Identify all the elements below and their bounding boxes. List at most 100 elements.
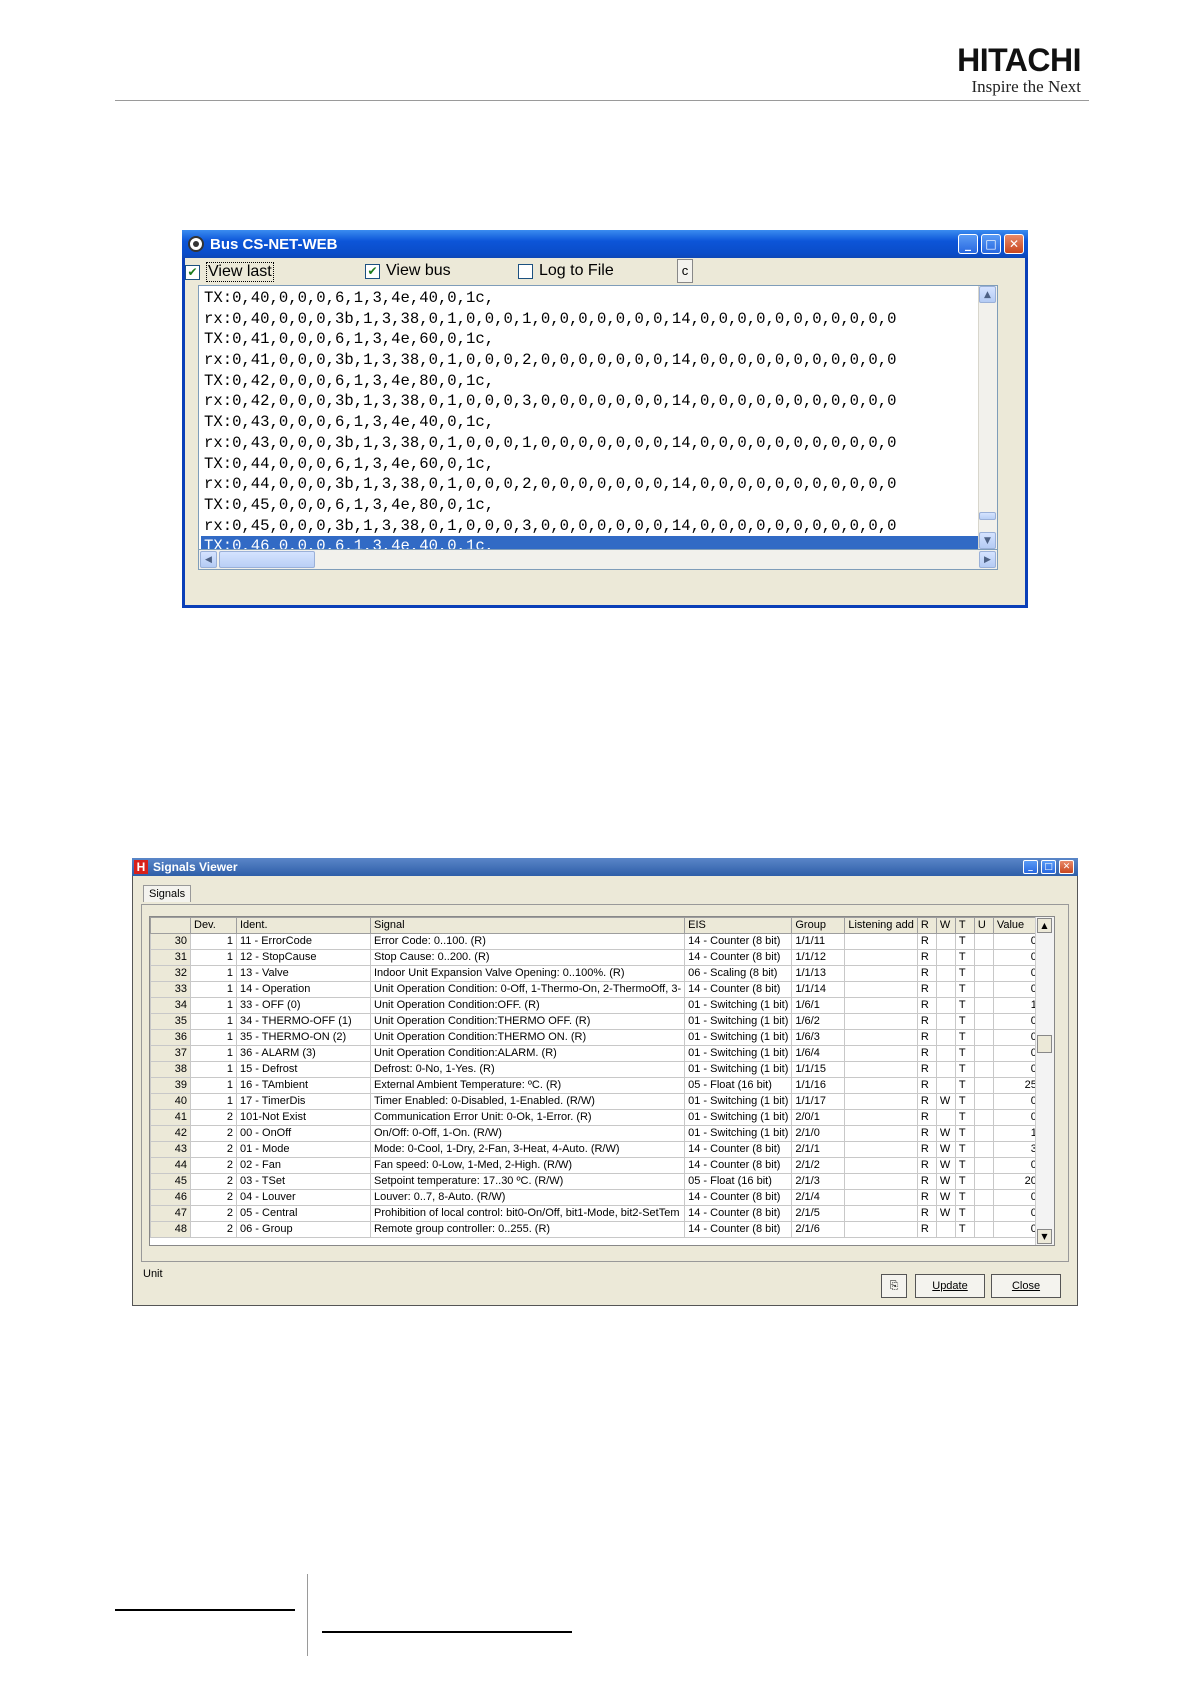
clear-button[interactable]: c xyxy=(677,259,693,283)
bus-log-line[interactable]: rx:0,44,0,0,0,3b,1,3,38,0,1,0,0,0,2,0,0,… xyxy=(201,474,978,495)
footer-rule-right xyxy=(322,1631,572,1633)
log-to-file-checkbox[interactable]: Log to File xyxy=(518,262,614,280)
table-cell: 14 - Counter (8 bit) xyxy=(684,1189,793,1206)
bus-log-line[interactable]: rx:0,43,0,0,0,3b,1,3,38,0,1,0,0,0,1,0,0,… xyxy=(201,433,978,454)
vscroll-thumb[interactable] xyxy=(979,512,996,520)
bus-log-line[interactable]: rx:0,45,0,0,0,3b,1,3,38,0,1,0,0,0,3,0,0,… xyxy=(201,516,978,537)
close-button[interactable]: ✕ xyxy=(1004,234,1024,254)
table-row[interactable]: 40 1 17 - TimerDis Timer Enabled: 0-Disable… xyxy=(150,1093,1041,1110)
table-cell: Fan speed: 0-Low, 1-Med, 2-High. (R/W) xyxy=(369,1157,686,1174)
table-cell: R xyxy=(916,965,937,982)
table-cell xyxy=(844,1173,918,1190)
table-cell: On/Off: 0-Off, 1-On. (R/W) xyxy=(369,1125,686,1142)
scroll-up-icon[interactable]: ▲ xyxy=(979,286,996,303)
table-cell: 1 xyxy=(992,997,1041,1014)
column-header[interactable]: R xyxy=(916,917,937,934)
column-header[interactable]: Signal xyxy=(369,917,686,934)
table-cell: Mode: 0-Cool, 1-Dry, 2-Fan, 3-Heat, 4-Au… xyxy=(369,1141,686,1158)
signals-close-button[interactable]: ✕ xyxy=(1059,860,1074,874)
table-cell: T xyxy=(954,1013,975,1030)
column-header[interactable]: T xyxy=(954,917,975,934)
column-header[interactable]: EIS xyxy=(684,917,793,934)
table-row[interactable]: 47 2 05 - Central Prohibition of local cont… xyxy=(150,1205,1041,1222)
table-cell: 2/1/1 xyxy=(791,1141,846,1158)
column-header[interactable]: Ident. xyxy=(236,917,371,934)
column-header[interactable]: Listening add xyxy=(844,917,918,934)
update-button[interactable]: Update xyxy=(915,1274,985,1298)
grid-scroll-down-icon[interactable]: ▼ xyxy=(1037,1229,1052,1244)
bus-log-line[interactable]: TX:0,45,0,0,0,6,1,3,4e,80,0,1c, xyxy=(201,495,978,516)
hscroll-thumb[interactable] xyxy=(219,551,315,568)
bus-log-vscroll[interactable]: ▲ ▼ xyxy=(978,286,997,549)
scroll-left-icon[interactable]: ◀ xyxy=(200,551,217,568)
bus-log-line[interactable]: TX:0,42,0,0,0,6,1,3,4e,80,0,1c, xyxy=(201,371,978,392)
bus-log-line[interactable]: TX:0,43,0,0,0,6,1,3,4e,40,0,1c, xyxy=(201,412,978,433)
close-dialog-button[interactable]: Close xyxy=(991,1274,1061,1298)
view-bus-checkbox[interactable]: ✔ View bus xyxy=(365,262,451,280)
hitachi-logo: HITACHI xyxy=(957,42,1081,78)
bus-log-line[interactable]: rx:0,40,0,0,0,3b,1,3,38,0,1,0,0,0,1,0,0,… xyxy=(201,309,978,330)
column-header[interactable] xyxy=(150,917,191,934)
table-row[interactable]: 36 1 35 - THERMO-ON (2) Unit Operation Cond… xyxy=(150,1029,1041,1046)
table-cell xyxy=(973,965,994,982)
table-row[interactable]: 34 1 33 - OFF (0) Unit Operation Condition:… xyxy=(150,997,1041,1014)
grid-scroll-up-icon[interactable]: ▲ xyxy=(1037,918,1052,933)
scroll-right-icon[interactable]: ▶ xyxy=(979,551,996,568)
column-header[interactable]: W xyxy=(935,917,956,934)
bus-log-line[interactable]: TX:0,41,0,0,0,6,1,3,4e,60,0,1c, xyxy=(201,329,978,350)
minimize-button[interactable]: _ xyxy=(958,234,978,254)
table-cell: Setpoint temperature: 17..30 ºC. (R/W) xyxy=(369,1173,686,1190)
bus-log-line[interactable]: TX:0,40,0,0,0,6,1,3,4e,40,0,1c, xyxy=(201,288,978,309)
view-last-checkbox[interactable]: ✔ View last xyxy=(185,262,274,282)
column-header[interactable]: Group xyxy=(791,917,846,934)
table-row[interactable]: 35 1 34 - THERMO-OFF (1) Unit Operation Con… xyxy=(150,1013,1041,1030)
table-cell: 1/6/1 xyxy=(791,997,846,1014)
signals-vscroll[interactable]: ▲ ▼ xyxy=(1035,917,1054,1245)
table-row[interactable]: 43 2 01 - Mode Mode: 0-Cool, 1-Dry, 2-Fan, … xyxy=(150,1141,1041,1158)
table-row[interactable]: 31 1 12 - StopCause Stop Cause: 0..200. (R)… xyxy=(150,949,1041,966)
table-row[interactable]: 45 2 03 - TSet Setpoint temperature: 17..30… xyxy=(150,1173,1041,1190)
table-cell: 2 xyxy=(190,1141,237,1158)
table-cell: 45 xyxy=(150,1173,191,1190)
tab-signals[interactable]: Signals xyxy=(143,885,192,902)
column-header[interactable]: U xyxy=(973,917,994,934)
grid-scroll-thumb[interactable] xyxy=(1037,1035,1052,1053)
table-row[interactable]: 39 1 16 - TAmbient External Ambient Tempera… xyxy=(150,1077,1041,1094)
copy-icon[interactable]: ⎘ xyxy=(881,1274,907,1298)
table-cell: 05 - Float (16 bit) xyxy=(684,1077,793,1094)
signals-maximize-button[interactable]: □ xyxy=(1041,860,1056,874)
table-row[interactable]: 32 1 13 - Valve Indoor Unit Expansion Valve… xyxy=(150,965,1041,982)
bus-log-line[interactable]: TX:0,46,0,0,0,6,1,3,4e,40,0,1c, xyxy=(201,536,978,549)
table-cell: 33 xyxy=(150,981,191,998)
table-row[interactable]: 44 2 02 - Fan Fan speed: 0-Low, 1-Med, 2-Hi… xyxy=(150,1157,1041,1174)
table-row[interactable]: 38 1 15 - Defrost Defrost: 0-No, 1-Yes. (R)… xyxy=(150,1061,1041,1078)
bus-log-line[interactable]: rx:0,42,0,0,0,3b,1,3,38,0,1,0,0,0,3,0,0,… xyxy=(201,391,978,412)
column-header[interactable]: Dev. xyxy=(190,917,237,934)
bus-log-line[interactable]: rx:0,41,0,0,0,3b,1,3,38,0,1,0,0,0,2,0,0,… xyxy=(201,350,978,371)
table-row[interactable]: 46 2 04 - Louver Louver: 0..7, 8-Auto. (R/W… xyxy=(150,1189,1041,1206)
table-row[interactable]: 48 2 06 - Group Remote group controller: 0.… xyxy=(150,1221,1041,1238)
table-cell: 2 xyxy=(190,1125,237,1142)
table-cell: 17 - TimerDis xyxy=(236,1093,371,1110)
table-cell xyxy=(973,933,994,950)
table-row[interactable]: 37 1 36 - ALARM (3) Unit Operation Conditio… xyxy=(150,1045,1041,1062)
table-row[interactable]: 33 1 14 - Operation Unit Operation Conditio… xyxy=(150,981,1041,998)
signals-title-bar[interactable]: H Signals Viewer _ □ ✕ xyxy=(132,858,1078,876)
bus-log-line[interactable]: TX:0,44,0,0,0,6,1,3,4e,60,0,1c, xyxy=(201,454,978,475)
bus-log[interactable]: TX:0,40,0,0,0,6,1,3,4e,40,0,1c, rx:0,40,0… xyxy=(198,285,998,550)
table-cell: Indoor Unit Expansion Valve Opening: 0..… xyxy=(369,965,686,982)
signals-minimize-button[interactable]: _ xyxy=(1023,860,1038,874)
table-row[interactable]: 42 2 00 - OnOff On/Off: 0-Off, 1-On. (R/W) 0… xyxy=(150,1125,1041,1142)
table-cell: 36 xyxy=(150,1029,191,1046)
bus-title-bar[interactable]: Bus CS-NET-WEB _ □ ✕ xyxy=(182,230,1028,258)
table-row[interactable]: 30 1 11 - ErrorCode Error Code: 0..100. (R)… xyxy=(150,933,1041,950)
scroll-down-icon[interactable]: ▼ xyxy=(979,532,996,549)
bus-log-hscroll[interactable]: ◀ ▶ xyxy=(198,550,998,570)
table-cell xyxy=(973,1173,994,1190)
signals-grid[interactable]: Dev. Ident. Signal EIS Group Listening add R W T… xyxy=(149,916,1055,1246)
table-cell: 06 - Scaling (8 bit) xyxy=(684,965,793,982)
column-header[interactable]: Value xyxy=(992,917,1041,934)
table-cell xyxy=(935,1013,956,1030)
maximize-button[interactable]: □ xyxy=(981,234,1001,254)
table-row[interactable]: 41 2 101-Not Exist Communication Error Unit… xyxy=(150,1109,1041,1126)
